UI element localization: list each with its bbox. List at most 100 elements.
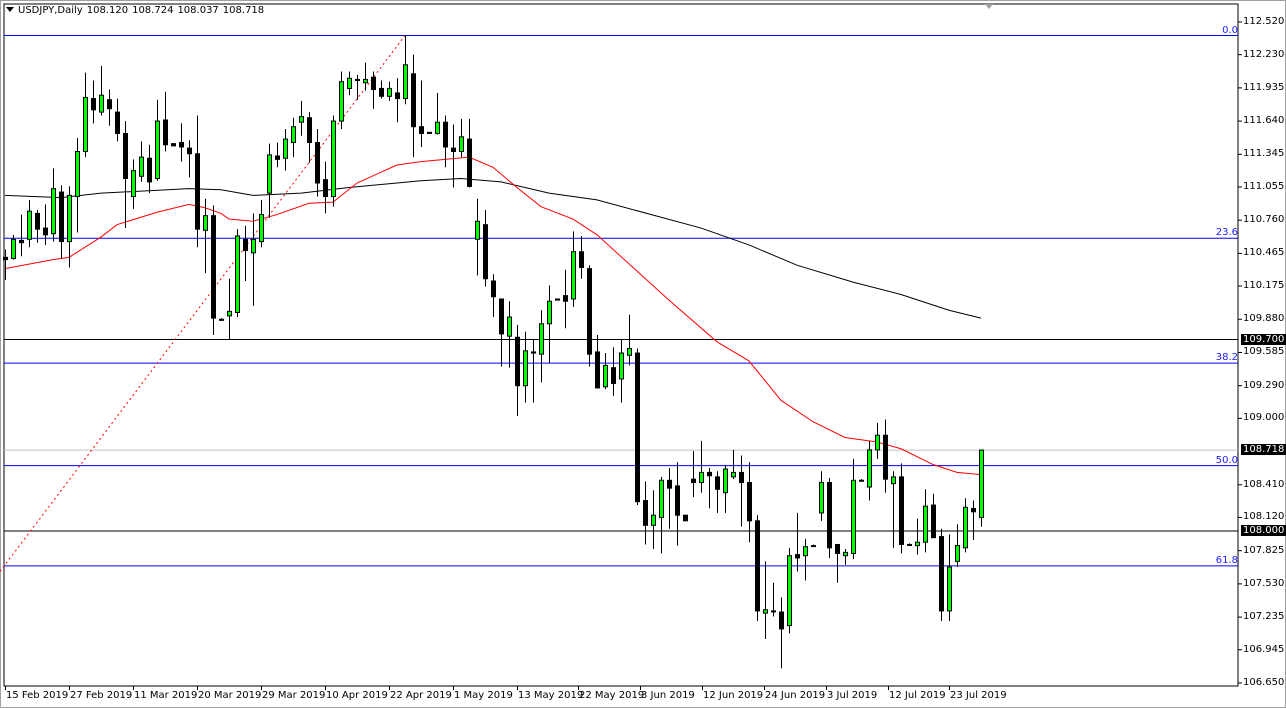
price-marker-label: 108.718 (1241, 444, 1286, 456)
candle-bear (971, 507, 976, 513)
candle-bull (947, 566, 952, 612)
date-axis-label: 23 Jul 2019 (950, 690, 1007, 701)
date-axis-label: 22 Apr 2019 (390, 690, 452, 701)
candle-bear (667, 479, 672, 489)
candle-bear (747, 482, 752, 522)
candle-bear (451, 147, 456, 152)
price-chart[interactable] (0, 0, 1286, 708)
price-axis-label: 111.640 (1243, 115, 1285, 127)
fib-level-label: 0.0 (1222, 24, 1238, 36)
candle-bull (859, 479, 864, 482)
candle-bull (915, 541, 920, 547)
candle-bull (67, 194, 72, 243)
price-axis-label: 109.585 (1243, 346, 1285, 358)
candle-bull (923, 505, 928, 543)
candle-bull (547, 300, 552, 325)
price-axis-label: 109.880 (1243, 313, 1285, 325)
candle-bull (459, 136, 464, 152)
candle-bear (107, 99, 112, 110)
price-axis-label: 112.230 (1243, 48, 1285, 60)
candle-bull (803, 546, 808, 557)
price-axis-label: 107.530 (1243, 577, 1285, 589)
candle-bull (11, 238, 16, 259)
candle-bear (19, 239, 24, 244)
price-axis-label: 111.345 (1243, 148, 1285, 160)
candle-bear (683, 514, 688, 522)
candle-bull (763, 609, 768, 614)
candle-bull (387, 87, 392, 97)
candle-bull (811, 545, 816, 548)
candle-bear (427, 131, 432, 134)
candle-bear (899, 476, 904, 545)
candle-bear (675, 485, 680, 516)
candle-bull (979, 449, 984, 518)
candle-bull (139, 156, 144, 177)
dropdown-arrow-icon[interactable] (6, 7, 14, 12)
price-axis-label: 107.825 (1243, 544, 1285, 556)
candle-bear (91, 98, 96, 111)
candle-bear (59, 191, 64, 243)
candle-bear (443, 121, 448, 148)
low-value: 108.037 (177, 5, 219, 16)
date-axis-label: 12 Jun 2019 (703, 690, 764, 701)
candle-bull (227, 310, 232, 317)
price-axis-label: 111.055 (1243, 180, 1285, 192)
candle-bull (507, 316, 512, 337)
candle-bull (867, 449, 872, 488)
candle-bull (155, 120, 160, 180)
candle-bull (403, 64, 408, 100)
candle-bull (51, 188, 56, 235)
candle-bull (955, 545, 960, 562)
candle-bear (315, 141, 320, 184)
candle-bear (419, 126, 424, 134)
candle-bear (739, 471, 744, 484)
candle-bull (619, 352, 624, 380)
date-axis-label: 27 Feb 2019 (70, 690, 133, 701)
candle-bear (707, 471, 712, 477)
price-marker-label: 108.000 (1241, 524, 1286, 536)
price-axis-label: 110.760 (1243, 214, 1285, 226)
candle-bull (331, 120, 336, 198)
candle-bull (659, 479, 664, 518)
candle-bull (539, 323, 544, 355)
candle-bull (723, 468, 728, 494)
price-marker-label: 109.700 (1241, 333, 1286, 345)
candle-bear (827, 482, 832, 549)
candle-bull (787, 555, 792, 627)
candle-bull (131, 170, 136, 198)
candle-bear (499, 298, 504, 335)
date-axis-label: 12 Jul 2019 (889, 690, 946, 701)
candle-bear (355, 78, 360, 82)
price-axis-label: 107.235 (1243, 611, 1285, 623)
candle-bear (187, 147, 192, 155)
candle-bear (931, 504, 936, 539)
date-axis-label: 15 Feb 2019 (6, 690, 69, 701)
price-axis-label: 112.520 (1243, 16, 1285, 27)
candle-bear (179, 141, 184, 148)
price-axis-label: 106.650 (1243, 676, 1285, 688)
price-axis-label: 108.410 (1243, 478, 1285, 490)
candle-bear (411, 73, 416, 128)
candle-bull (235, 235, 240, 314)
candle-bear (491, 280, 496, 298)
open-value: 108.120 (86, 5, 129, 16)
candle-bull (75, 150, 80, 198)
candle-bull (363, 78, 368, 84)
candle-bear (531, 351, 536, 354)
candle-bear (371, 76, 376, 91)
candle-bear (211, 215, 216, 319)
candle-bull (627, 348, 632, 356)
candle-bear (595, 351, 600, 389)
candle-bear (467, 138, 472, 187)
fib-level-label: 23.6 (1215, 227, 1238, 239)
price-axis-label: 110.465 (1243, 247, 1285, 259)
candle-bull (731, 471, 736, 478)
date-axis-label: 1 May 2019 (454, 690, 513, 701)
fib-level-label: 38.2 (1215, 352, 1238, 364)
candle-bull (283, 138, 288, 159)
candle-bear (643, 500, 648, 526)
candle-bull (291, 126, 296, 143)
date-axis-label: 24 Jun 2019 (765, 690, 826, 701)
candle-bear (835, 543, 840, 554)
candle-bear (163, 119, 168, 146)
